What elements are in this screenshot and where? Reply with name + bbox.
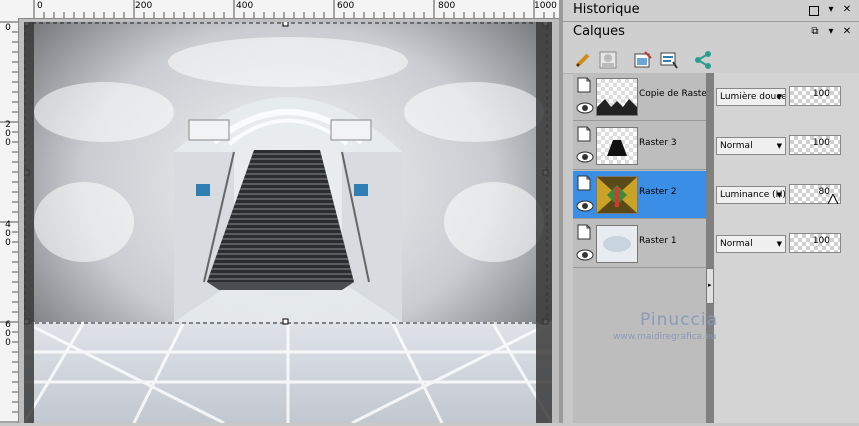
layers-list: Copie de Raster Raster 3 Raster 2 Raster…	[573, 73, 711, 423]
layer-group-icon[interactable]	[577, 77, 591, 93]
dropdown-arrow-icon: ▼	[776, 191, 782, 199]
watermark-name: Pinuccia	[640, 310, 718, 330]
blend-mode-select[interactable]: Luminance (H) ▼	[716, 186, 786, 204]
opacity-field[interactable]: 100	[789, 233, 841, 253]
image-canvas[interactable]	[22, 20, 554, 425]
eye-icon[interactable]	[576, 248, 594, 262]
layers-panel-header: Calques ⧉ ▾ ✕	[563, 22, 859, 46]
opacity-slider-marker[interactable]	[828, 194, 838, 204]
close-icon[interactable]: ✕	[841, 26, 853, 38]
vertical-ruler: 0 2 0 0 4 0 0 6 0 0	[0, 18, 19, 423]
layer-name: Raster 1	[639, 236, 677, 246]
chevron-right-icon: ▸	[708, 281, 712, 289]
ruler-label: 6 0 0	[5, 320, 11, 348]
layer-name: Raster 2	[639, 187, 677, 197]
chevron-down-icon[interactable]: ▾	[825, 4, 837, 16]
dropdown-arrow-icon: ▼	[776, 142, 782, 150]
layer-thumbnail	[596, 127, 638, 165]
eye-icon[interactable]	[576, 150, 594, 164]
layer-row[interactable]: Raster 1	[573, 220, 708, 268]
mask-icon[interactable]	[598, 50, 618, 70]
opacity-value: 100	[812, 236, 830, 246]
layer-thumbnail	[596, 78, 638, 116]
ruler-ticks	[33, 0, 555, 18]
edit-pencil-icon[interactable]	[573, 50, 593, 70]
layers-toolbar	[563, 46, 859, 74]
ruler-label: 1000	[534, 1, 557, 11]
layer-properties-column: Lumière douce ▼ 100 Normal ▼ 100 Luminance…	[714, 73, 859, 423]
layer-row[interactable]: Raster 3	[573, 122, 708, 170]
opacity-value: 100	[812, 138, 830, 148]
opacity-field[interactable]: 100	[789, 86, 841, 106]
layer-group-icon[interactable]	[577, 126, 591, 142]
tunnel-staircase-image	[22, 20, 554, 425]
blend-mode-value: Normal	[720, 141, 753, 151]
horizontal-ruler: 0 200 400 600 800 1000	[0, 0, 559, 19]
ruler-label: 400	[236, 1, 254, 11]
layers-title: Calques	[573, 24, 625, 39]
opacity-field[interactable]: 100	[789, 135, 841, 155]
layer-thumbnail	[596, 176, 638, 214]
blend-mode-select[interactable]: Lumière douce ▼	[716, 88, 786, 106]
layer-group-icon[interactable]	[577, 224, 591, 240]
layer-name: Copie de Raster	[639, 89, 711, 99]
blend-mode-select[interactable]: Normal ▼	[716, 137, 786, 155]
history-title: Historique	[573, 2, 640, 17]
chevron-down-icon[interactable]: ▾	[825, 26, 837, 38]
scrollbar-track[interactable]	[706, 73, 714, 423]
blend-mode-value: Normal	[720, 239, 753, 249]
watermark-url: www.maidiregrafica.eu	[613, 332, 717, 342]
ruler-label: 4 0 0	[5, 220, 11, 248]
dropdown-arrow-icon: ▼	[776, 240, 782, 248]
eye-icon[interactable]	[576, 199, 594, 213]
scrollbar-thumb[interactable]: ▸	[706, 268, 714, 304]
ruler-label: 0	[5, 23, 11, 33]
ruler-label: 600	[337, 1, 355, 11]
layer-thumbnail	[596, 225, 638, 263]
eye-icon[interactable]	[576, 101, 594, 115]
layer-settings-icon[interactable]	[659, 50, 679, 70]
maximize-icon[interactable]	[809, 6, 819, 16]
blend-mode-select[interactable]: Normal ▼	[716, 235, 786, 253]
history-panel-header: Historique ▾ ✕	[563, 0, 859, 22]
layer-name: Raster 3	[639, 138, 677, 148]
ruler-label: 0	[37, 1, 43, 11]
layer-group-icon[interactable]	[577, 175, 591, 191]
layer-properties-icon[interactable]	[633, 50, 653, 70]
ruler-label: 200	[135, 1, 153, 11]
ruler-label: 800	[438, 1, 456, 11]
opacity-field[interactable]: 80	[789, 184, 841, 204]
close-icon[interactable]: ✕	[841, 4, 853, 16]
ruler-label: 2 0 0	[5, 120, 11, 148]
restore-icon[interactable]: ⧉	[809, 26, 821, 38]
link-icon[interactable]	[693, 50, 713, 70]
layer-row[interactable]: Copie de Raster	[573, 73, 711, 121]
opacity-value: 100	[812, 89, 830, 99]
dropdown-arrow-icon: ▼	[776, 93, 782, 101]
layer-row-selected[interactable]: Raster 2	[573, 171, 708, 219]
